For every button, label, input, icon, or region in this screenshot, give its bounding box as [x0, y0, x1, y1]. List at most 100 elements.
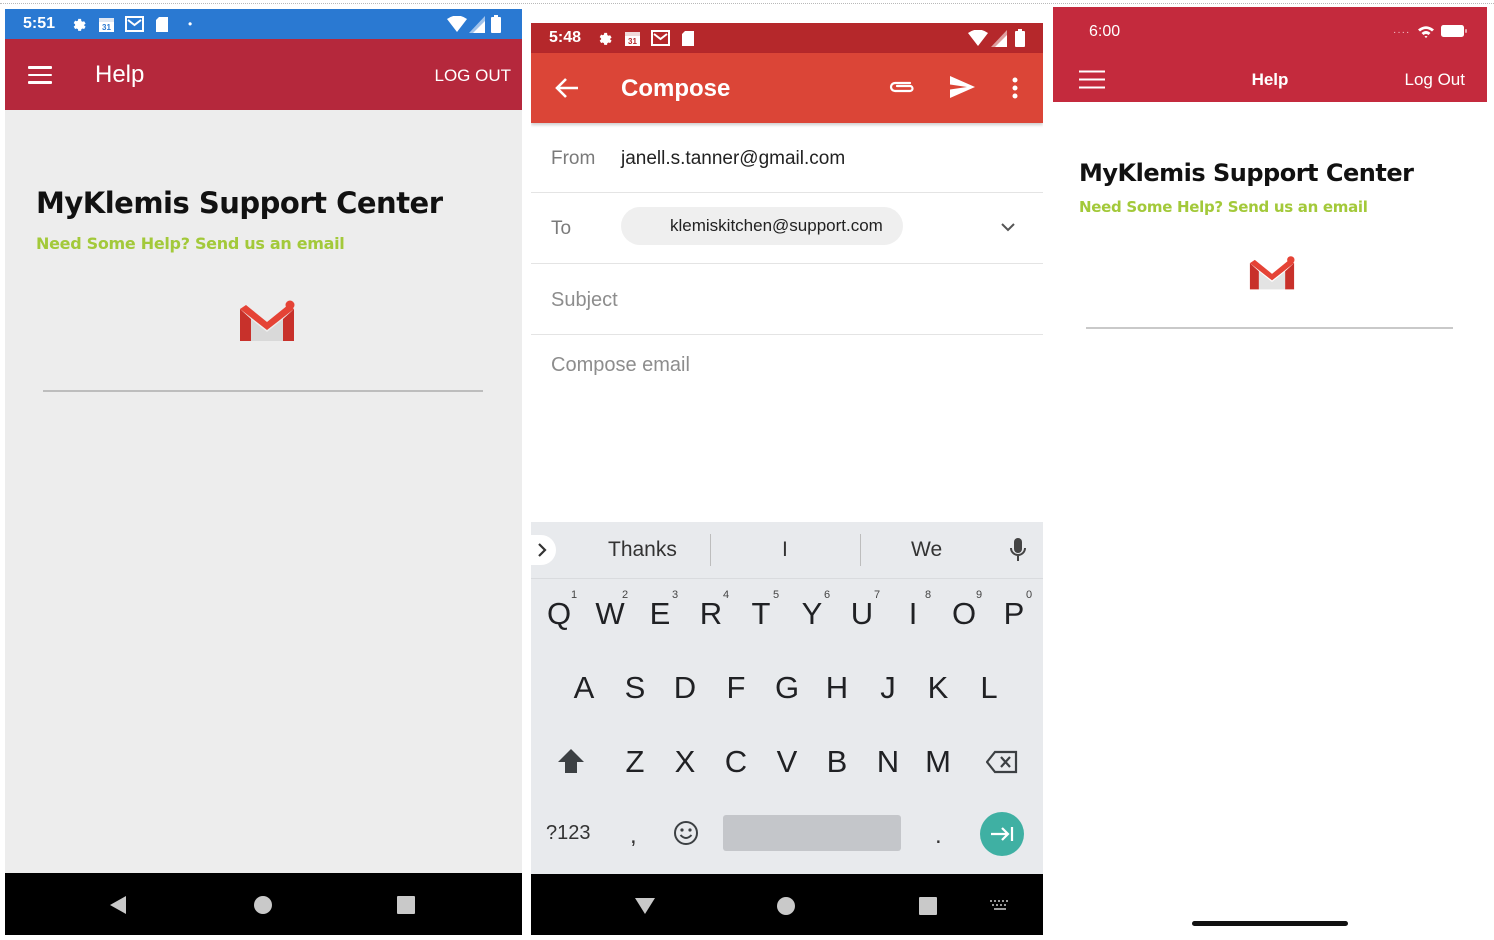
symbols-key[interactable]: ?123 — [546, 822, 591, 845]
key-u[interactable]: U — [842, 596, 882, 632]
key-n[interactable]: N — [868, 744, 908, 780]
microphone-icon[interactable] — [1010, 537, 1026, 563]
key-e[interactable]: E — [640, 596, 680, 632]
key-hint: 3 — [672, 589, 679, 601]
key-a[interactable]: A — [564, 670, 604, 706]
key-f[interactable]: F — [716, 670, 756, 706]
back-arrow-icon[interactable] — [555, 77, 579, 99]
key-hint: 4 — [723, 589, 730, 601]
logout-button[interactable]: Log Out — [1405, 70, 1466, 90]
suggestion-strip: Thanks I We — [531, 522, 1043, 579]
suggestion-1[interactable]: Thanks — [608, 538, 677, 562]
emoji-icon[interactable] — [673, 820, 699, 846]
key-x[interactable]: X — [665, 744, 705, 780]
app-bar-title: Help — [95, 61, 145, 88]
chevron-right-icon — [538, 543, 547, 557]
key-s[interactable]: S — [615, 670, 655, 706]
send-icon[interactable] — [949, 75, 976, 99]
key-p[interactable]: P — [994, 596, 1034, 632]
status-bar: 5:51 31 • — [5, 9, 522, 39]
key-g[interactable]: G — [767, 670, 807, 706]
home-indicator[interactable] — [1192, 921, 1348, 926]
key-j[interactable]: J — [868, 670, 908, 706]
logout-button[interactable]: LOG OUT — [434, 66, 511, 86]
status-bar: 5:48 31 — [531, 23, 1043, 53]
key-hint: 0 — [1026, 589, 1033, 601]
hide-keyboard-icon[interactable] — [634, 897, 656, 915]
key-c[interactable]: C — [716, 744, 756, 780]
key-q[interactable]: Q — [539, 596, 579, 632]
suggestion-2[interactable]: I — [782, 538, 788, 562]
keyboard: Thanks I We Q W E R T Y U I O P 1 2 3 4 … — [531, 522, 1043, 874]
ios-header: 6:00 ···· Help Log Out — [1053, 7, 1487, 102]
next-field-icon — [991, 827, 1014, 841]
cell-signal-icon — [991, 30, 1007, 47]
key-hint: 1 — [571, 589, 578, 601]
home-icon[interactable] — [776, 896, 796, 916]
recents-icon[interactable] — [396, 895, 416, 915]
key-k[interactable]: K — [918, 670, 958, 706]
key-y[interactable]: Y — [792, 596, 832, 632]
gmail-notification-icon — [125, 16, 144, 32]
calendar-icon: 31 — [99, 18, 114, 32]
subject-field[interactable]: Subject — [551, 289, 618, 312]
back-icon[interactable] — [108, 895, 128, 915]
suggestion-3[interactable]: We — [911, 538, 942, 562]
calendar-icon: 31 — [625, 32, 640, 46]
key-hint: 5 — [773, 589, 780, 601]
wifi-icon — [968, 30, 988, 46]
key-v[interactable]: V — [767, 744, 807, 780]
suggestion-divider — [860, 534, 861, 566]
status-time: 6:00 — [1089, 23, 1121, 40]
divider — [1086, 327, 1453, 329]
svg-text:31: 31 — [628, 37, 637, 46]
svg-text:31: 31 — [102, 23, 111, 32]
key-hint: 8 — [925, 589, 932, 601]
gmail-icon[interactable] — [1248, 255, 1296, 291]
expand-suggestions-button[interactable] — [531, 535, 556, 565]
key-z[interactable]: Z — [615, 744, 655, 780]
key-i[interactable]: I — [893, 596, 933, 632]
enter-key[interactable] — [980, 812, 1024, 856]
space-bar[interactable] — [723, 815, 901, 851]
android-help-screen: 5:51 31 • Help LOG OUT MyKlemis Support … — [5, 9, 522, 935]
key-r[interactable]: R — [691, 596, 731, 632]
shift-icon[interactable] — [557, 748, 585, 774]
key-hint: 2 — [622, 589, 629, 601]
key-l[interactable]: L — [969, 670, 1009, 706]
battery-icon — [1441, 25, 1467, 37]
settings-icon — [73, 18, 86, 31]
wifi-icon — [447, 16, 467, 32]
chevron-down-icon[interactable] — [1001, 223, 1015, 232]
period-key[interactable]: . — [935, 822, 942, 850]
recents-icon[interactable] — [918, 896, 938, 916]
attach-icon[interactable] — [888, 79, 916, 95]
status-time: 5:48 — [549, 29, 582, 46]
key-w[interactable]: W — [590, 596, 630, 632]
menu-icon[interactable] — [28, 66, 52, 84]
body-field[interactable]: Compose email — [551, 354, 690, 377]
sd-card-icon — [156, 17, 168, 32]
keyboard-switch-icon[interactable] — [989, 899, 1011, 911]
to-row: To klemiskitchen@support.com — [531, 193, 1043, 264]
email-help-link[interactable]: Need Some Help? Send us an email — [1079, 198, 1368, 216]
key-b[interactable]: B — [817, 744, 857, 780]
gmail-icon[interactable] — [238, 299, 296, 343]
key-o[interactable]: O — [944, 596, 984, 632]
from-field[interactable]: janell.s.tanner@gmail.com — [621, 148, 845, 170]
key-m[interactable]: M — [918, 744, 958, 780]
comma-key[interactable]: , — [630, 822, 637, 850]
key-hint: 6 — [824, 589, 831, 601]
page-title: MyKlemis Support Center — [36, 186, 443, 220]
to-label: To — [551, 218, 572, 239]
home-icon[interactable] — [253, 895, 273, 915]
more-options-icon[interactable] — [1012, 77, 1018, 99]
key-t[interactable]: T — [741, 596, 781, 632]
key-d[interactable]: D — [665, 670, 705, 706]
key-h[interactable]: H — [817, 670, 857, 706]
from-label: From — [551, 148, 596, 169]
recipient-chip[interactable]: klemiskitchen@support.com — [621, 207, 903, 245]
cell-signal-icon: ···· — [1393, 27, 1411, 38]
backspace-icon[interactable] — [986, 750, 1018, 774]
email-help-link[interactable]: Need Some Help? Send us an email — [36, 234, 345, 253]
